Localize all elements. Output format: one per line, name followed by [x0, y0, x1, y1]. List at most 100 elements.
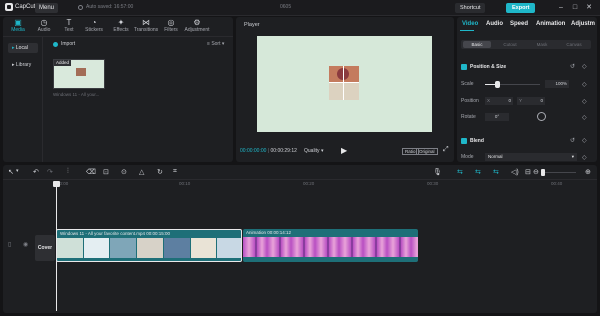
auto-snap-icon[interactable]: ⇆ — [475, 168, 481, 176]
freeze-icon[interactable]: ⊡ — [103, 168, 109, 176]
select-cursor-icon[interactable]: ↖ — [8, 168, 14, 176]
delete-icon[interactable]: ⌫ — [86, 168, 96, 176]
quality-dropdown[interactable]: Quality ▾ — [304, 148, 323, 154]
subtab-mask[interactable]: Mask — [529, 41, 555, 48]
original-button[interactable]: Original — [416, 148, 438, 155]
blend-keyframe-icon[interactable]: ◇ — [582, 137, 587, 144]
tab-video[interactable]: Video — [462, 21, 478, 27]
rotate-dial-icon[interactable] — [537, 112, 546, 121]
zoom-slider[interactable] — [543, 172, 576, 173]
mode-label: Mode — [461, 154, 474, 160]
mirror-icon[interactable]: △ — [139, 168, 144, 176]
scale-slider-handle[interactable] — [495, 81, 500, 88]
rotate-input[interactable]: 0° — [485, 113, 509, 121]
blend-reset-icon[interactable]: ↺ — [570, 137, 575, 144]
preview-axis-icon[interactable]: ⇆ — [493, 168, 499, 176]
video-clip-1[interactable]: Windows 11 - All your favorite content.m… — [56, 229, 242, 262]
redo-icon[interactable]: ↷ — [47, 168, 53, 176]
playhead-handle[interactable] — [53, 181, 60, 187]
media-icon: ▣ — [14, 18, 22, 27]
blend-checkbox[interactable] — [461, 138, 467, 144]
maximize-icon[interactable]: □ — [570, 3, 580, 13]
microphone-icon[interactable]: 🎙 — [433, 168, 442, 176]
zoom-fit-icon[interactable]: ⊕ — [585, 168, 591, 176]
fullscreen-icon[interactable]: ⤢ — [443, 146, 449, 154]
menu-button[interactable]: Menu — [35, 3, 59, 13]
media-panel: ▣ Media ◷ Audio T Text ◔ Stickers ✦ Effects ⋈… — [3, 17, 233, 162]
subtab-canvas[interactable]: Canvas — [561, 41, 587, 48]
capcut-logo-icon — [5, 3, 13, 11]
volume-icon[interactable]: ◁) — [511, 168, 519, 176]
sidebar-item-library[interactable]: ▸ Library — [8, 60, 38, 70]
autosave-text: Auto saved: 16:57:00 — [86, 4, 134, 10]
sort-dropdown[interactable]: ≡ Sort ▾ — [207, 41, 224, 47]
video-clip-2[interactable]: Animation 00:00:14:12 — [243, 229, 418, 262]
tool-text[interactable]: T Text — [55, 18, 83, 33]
timeline-panel: ↖ ▾ ↶ ↷ ⫶ ⌫ ⊡ ⊙ △ ↻ ⌗ 🎙 ⇆ ⇆ ⇆ ◁) ⊟ ⊖ ⊕ 0… — [3, 165, 597, 313]
sidebar-item-local[interactable]: ▸ Local — [8, 43, 38, 53]
reverse-icon[interactable]: ⊙ — [121, 168, 127, 176]
position-keyframe-icon[interactable]: ◇ — [582, 98, 587, 105]
track-visibility-icon[interactable]: ◉ — [23, 241, 28, 248]
position-x-input[interactable]: X0 — [485, 97, 513, 105]
subtab-cutout[interactable]: Cutout — [497, 41, 523, 48]
project-title: 0605 — [280, 4, 292, 10]
app-name: CapCut — [15, 4, 36, 10]
timecode: 00:00:00:00 | 00:00:29:12 — [240, 148, 297, 154]
tab-speed[interactable]: Speed — [510, 21, 528, 27]
tab-adjustment[interactable]: Adjustm — [571, 21, 595, 27]
split-icon[interactable]: ⫶ — [67, 168, 69, 176]
undo-icon[interactable]: ↶ — [33, 168, 39, 176]
timeline-toolbar: ↖ ▾ ↶ ↷ ⫶ ⌫ ⊡ ⊙ △ ↻ ⌗ 🎙 ⇆ ⇆ ⇆ ◁) ⊟ ⊖ ⊕ — [3, 165, 597, 180]
tool-adjustment[interactable]: ⚙ Adjustment — [181, 18, 213, 33]
tool-effects[interactable]: ✦ Effects — [107, 18, 135, 33]
close-icon[interactable]: ✕ — [584, 3, 594, 13]
tool-stickers[interactable]: ◔ Stickers — [80, 18, 108, 33]
keyframe-icon[interactable]: ◇ — [582, 63, 587, 70]
import-button[interactable]: Import — [53, 41, 75, 47]
transitions-icon: ⋈ — [142, 18, 150, 27]
minimize-icon[interactable]: – — [556, 3, 566, 13]
scale-input[interactable]: 100% — [545, 80, 569, 88]
clip-2-thumbnails — [243, 237, 418, 257]
play-icon[interactable]: ▶ — [341, 146, 347, 155]
mode-keyframe-icon[interactable]: ◇ — [582, 154, 587, 161]
align-icon[interactable]: ⊟ — [525, 168, 531, 176]
video-preview[interactable] — [257, 36, 432, 132]
adjustment-icon: ⚙ — [193, 18, 201, 27]
position-y-input[interactable]: Y0 — [517, 97, 545, 105]
clip-1-thumbnails — [57, 238, 241, 258]
media-thumbnail[interactable]: Added — [53, 59, 105, 89]
app-logo: CapCut — [5, 3, 35, 11]
rotate-label: Rotate — [461, 114, 476, 120]
blend-header: Blend — [470, 138, 484, 144]
crop-icon[interactable]: ⌗ — [173, 168, 177, 176]
zoom-out-icon[interactable]: ⊖ — [533, 168, 539, 176]
autosave-icon — [78, 4, 83, 10]
zoom-slider-handle[interactable] — [541, 169, 545, 176]
subtab-basic[interactable]: Basic — [463, 41, 491, 48]
rotate-icon[interactable]: ↻ — [157, 168, 163, 176]
tool-media[interactable]: ▣ Media — [4, 18, 32, 33]
added-badge: Added — [54, 60, 72, 66]
scale-keyframe-icon[interactable]: ◇ — [582, 81, 587, 88]
tool-transitions[interactable]: ⋈ Transitions — [132, 18, 160, 33]
player-title: Player — [244, 22, 260, 28]
tool-audio[interactable]: ◷ Audio — [30, 18, 58, 33]
position-size-checkbox[interactable] — [461, 64, 467, 70]
tab-audio[interactable]: Audio — [486, 21, 503, 27]
active-tab-indicator — [460, 30, 474, 31]
rotate-keyframe-icon[interactable]: ◇ — [582, 114, 587, 121]
position-label: Position — [461, 98, 479, 104]
track-lock-icon[interactable]: ▯ — [8, 241, 11, 248]
select-mode-chevron-icon[interactable]: ▾ — [16, 168, 19, 174]
reset-icon[interactable]: ↺ — [570, 63, 575, 70]
shortcut-button[interactable]: Shortcut — [455, 3, 486, 13]
export-button[interactable]: Export — [506, 3, 536, 13]
link-main-track-icon[interactable]: ⇆ — [457, 168, 463, 176]
timeline-ruler[interactable]: 00:00 00:10 00:20 00:30 00:40 — [55, 181, 595, 189]
cover-button[interactable]: Cover — [35, 235, 55, 261]
tool-bar: ▣ Media ◷ Audio T Text ◔ Stickers ✦ Effects ⋈… — [3, 17, 233, 37]
mode-select[interactable]: Normal ▾ — [485, 153, 577, 161]
tab-animation[interactable]: Animation — [536, 21, 565, 27]
